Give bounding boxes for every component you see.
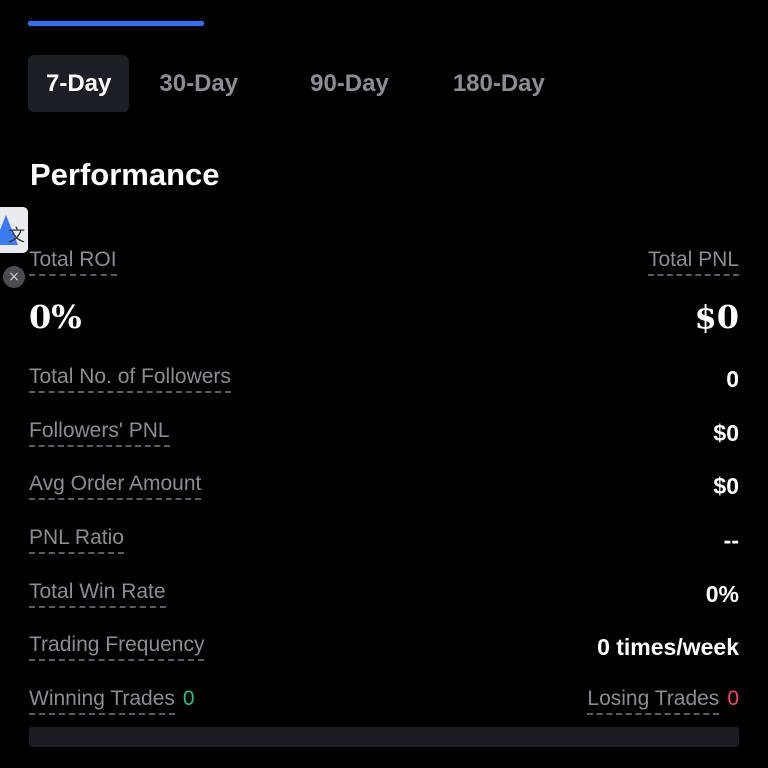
tab-30-day[interactable]: 30-Day <box>141 55 256 112</box>
stat-value: 0 <box>726 366 739 392</box>
stat-row-followers-pnl: Followers' PNL $0 <box>29 419 739 447</box>
winning-trades-value: 0 <box>182 687 195 710</box>
close-icon[interactable]: × <box>3 266 25 288</box>
win-loss-ratio-bar <box>29 727 739 747</box>
summary-values-row: 0% $0 <box>29 298 739 336</box>
winning-trades-label[interactable]: Winning Trades <box>29 687 175 715</box>
stat-label[interactable]: Total Win Rate <box>29 580 166 608</box>
stat-label[interactable]: Total No. of Followers <box>29 365 231 393</box>
stat-label[interactable]: Trading Frequency <box>29 633 205 661</box>
losing-trades-label[interactable]: Losing Trades <box>587 687 720 715</box>
total-pnl-value: $0 <box>694 298 739 336</box>
stat-value: $0 <box>713 473 739 499</box>
total-roi-value: 0% <box>29 298 82 336</box>
stat-label[interactable]: Avg Order Amount <box>29 472 202 500</box>
stat-label[interactable]: Followers' PNL <box>29 419 170 447</box>
total-pnl-label[interactable]: Total PNL <box>647 248 739 276</box>
tab-7-day[interactable]: 7-Day <box>28 55 130 112</box>
stat-value: 0 times/week <box>597 634 739 660</box>
stat-row-followers: Total No. of Followers 0 <box>29 365 739 393</box>
stat-value: $0 <box>713 420 739 446</box>
total-roi-label[interactable]: Total ROI <box>29 248 117 276</box>
losing-trades: Losing Trades 0 <box>587 687 739 715</box>
stat-row-pnl-ratio: PNL Ratio -- <box>29 526 739 554</box>
losing-trades-value: 0 <box>727 687 739 710</box>
translate-icon[interactable]: 文 <box>0 207 28 253</box>
stat-value: -- <box>723 527 739 553</box>
tab-180-day[interactable]: 180-Day <box>435 55 563 112</box>
summary-labels-row: Total ROI Total PNL <box>29 248 739 276</box>
trades-row: Winning Trades 0 Losing Trades 0 <box>29 687 739 715</box>
stat-label[interactable]: PNL Ratio <box>29 526 124 554</box>
stat-value: 0% <box>705 581 739 607</box>
stat-row-avg-order: Avg Order Amount $0 <box>29 472 739 500</box>
tab-90-day[interactable]: 90-Day <box>292 55 407 112</box>
winning-trades: Winning Trades 0 <box>29 687 195 715</box>
stat-row-trading-frequency: Trading Frequency 0 times/week <box>29 633 739 661</box>
section-title: Performance <box>30 157 220 192</box>
active-section-indicator <box>28 21 204 26</box>
translate-widget[interactable]: 文 <box>0 207 28 253</box>
stat-row-win-rate: Total Win Rate 0% <box>29 580 739 608</box>
period-tabs: 7-Day 30-Day 90-Day 180-Day <box>28 55 575 112</box>
